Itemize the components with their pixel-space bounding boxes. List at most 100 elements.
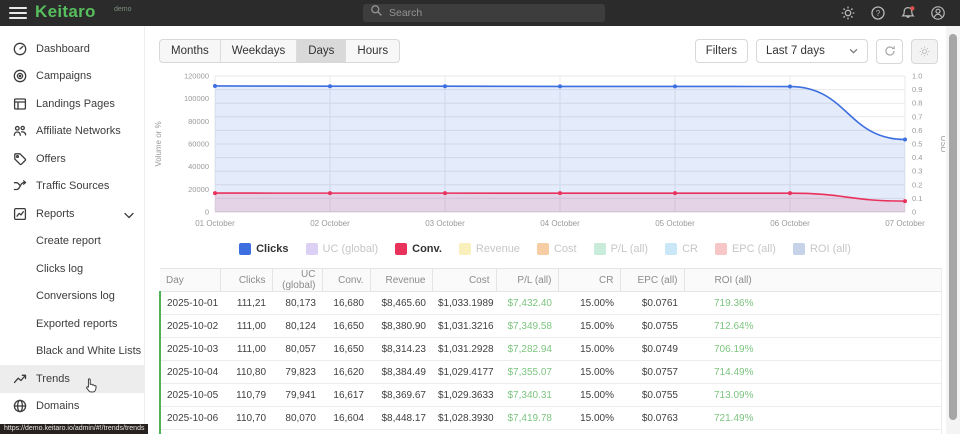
toolbar: Months Weekdays Days Hours Filters Last … (159, 38, 938, 64)
landing-page-icon (12, 96, 28, 112)
sidebar-item-traffic-sources[interactable]: Traffic Sources (0, 173, 144, 201)
legend-item-roi-all[interactable]: ROI (all) (793, 243, 851, 255)
svg-text:100000: 100000 (184, 94, 209, 103)
refresh-button[interactable] (876, 39, 903, 64)
cell: $0.0749 (620, 338, 684, 361)
tab-weekdays[interactable]: Weekdays (221, 40, 297, 62)
legend-label: ROI (all) (810, 243, 851, 255)
legend-item-p-l-all[interactable]: P/L (all) (594, 243, 649, 255)
sidebar-item-dashboard[interactable]: Dashboard (0, 35, 144, 63)
sidebar-item-trends[interactable]: Trends (0, 365, 144, 393)
filters-button[interactable]: Filters (695, 39, 748, 63)
search-bar[interactable] (363, 4, 605, 22)
column-header[interactable]: EPC (all) (620, 269, 684, 292)
tab-months[interactable]: Months (160, 40, 221, 62)
svg-text:05 October: 05 October (655, 219, 695, 228)
column-header[interactable]: Day (160, 269, 220, 292)
cell: 16,650 (322, 338, 370, 361)
column-header[interactable]: Conv. (322, 269, 370, 292)
sidebar-item-affiliate-networks[interactable]: Affiliate Networks (0, 118, 144, 146)
cell: 712.64% (684, 315, 941, 338)
sidebar-item-campaigns[interactable]: Campaigns (0, 63, 144, 91)
legend-item-epc-all[interactable]: EPC (all) (715, 243, 776, 255)
cell: 16,617 (322, 384, 370, 407)
date-range-select[interactable]: Last 7 days (756, 39, 868, 63)
cell: $8,448.17 (370, 407, 432, 430)
column-header[interactable]: P/L (all) (496, 269, 558, 292)
sidebar-item-landings-pages[interactable]: Landings Pages (0, 90, 144, 118)
dashboard-icon (12, 41, 28, 57)
svg-text:02 October: 02 October (310, 219, 350, 228)
cell: 16,650 (322, 315, 370, 338)
legend-item-revenue[interactable]: Revenue (459, 243, 520, 255)
cell: $0.0755 (620, 315, 684, 338)
svg-text:04 October: 04 October (540, 219, 580, 228)
cell: 2025-10-06 (160, 407, 220, 430)
cell: $8,314.23 (370, 338, 432, 361)
cell: $7,432.40 (496, 292, 558, 315)
sidebar-item-label: Affiliate Networks (36, 125, 121, 137)
column-header[interactable]: ROI (all) (684, 269, 941, 292)
svg-text:80000: 80000 (188, 117, 209, 126)
tab-hours[interactable]: Hours (346, 40, 399, 62)
cell: 2025-10-02 (160, 315, 220, 338)
chart-settings-button[interactable] (911, 39, 938, 64)
sidebar-item-conversions-log[interactable]: Conversions log (0, 283, 144, 311)
legend-swatch (537, 243, 549, 255)
legend-swatch (594, 243, 606, 255)
cell: 80,070 (272, 407, 322, 430)
column-header[interactable]: UC (global) (272, 269, 322, 292)
svg-text:0.1: 0.1 (912, 194, 922, 203)
sidebar-item-exported-reports[interactable]: Exported reports (0, 310, 144, 338)
settings-gear-icon[interactable] (840, 5, 856, 21)
legend-label: UC (global) (323, 243, 379, 255)
legend-item-conv[interactable]: Conv. (395, 243, 442, 255)
cell: 111,21 (220, 292, 272, 315)
menu-icon[interactable] (9, 6, 27, 20)
legend-item-cr[interactable]: CR (665, 243, 698, 255)
cell: $0.0755 (620, 384, 684, 407)
legend-item-uc-global[interactable]: UC (global) (306, 243, 379, 255)
cell: 16,604 (322, 407, 370, 430)
legend-item-cost[interactable]: Cost (537, 243, 577, 255)
svg-text:Volume or %: Volume or % (154, 121, 163, 166)
help-icon[interactable]: ? (870, 5, 886, 21)
sidebar-item-clicks-log[interactable]: Clicks log (0, 255, 144, 283)
notifications-bell-icon[interactable] (900, 5, 916, 21)
column-header[interactable]: Revenue (370, 269, 432, 292)
chart-canvas: 02000040000600008000010000012000000.10.2… (145, 70, 945, 234)
top-bar: Keitaro demo ? (0, 0, 960, 26)
gear-icon (918, 45, 931, 58)
sidebar-item-label: Create report (36, 235, 101, 247)
period-tabs: Months Weekdays Days Hours (159, 39, 400, 63)
svg-text:0.9: 0.9 (912, 85, 922, 94)
scrollbar-thumb[interactable] (949, 34, 957, 420)
column-header[interactable]: Clicks (220, 269, 272, 292)
cell: 111,00 (220, 315, 272, 338)
column-header[interactable]: Cost (432, 269, 496, 292)
cell: $1,033.1989 (432, 292, 496, 315)
cell: $8,380.90 (370, 315, 432, 338)
sidebar-item-domains[interactable]: Domains (0, 393, 144, 421)
sidebar-item-label: Black and White Lists (36, 345, 141, 357)
sidebar-item-create-report[interactable]: Create report (0, 228, 144, 256)
tab-days[interactable]: Days (297, 40, 346, 62)
keitaro-logo[interactable]: Keitaro (35, 2, 96, 22)
sidebar-item-offers[interactable]: Offers (0, 145, 144, 173)
sidebar: Dashboard Campaigns Landings Pages Affil… (0, 26, 145, 434)
cell: 2025-10-01 (160, 292, 220, 315)
legend-item-clicks[interactable]: Clicks (239, 243, 288, 255)
sidebar-item-label: Conversions log (36, 290, 115, 302)
sidebar-item-black-and-white-lists[interactable]: Black and White Lists (0, 338, 144, 366)
cell: 15.00% (558, 407, 620, 430)
cell: 80,057 (272, 338, 322, 361)
account-icon[interactable] (930, 5, 946, 21)
vertical-scrollbar[interactable] (946, 26, 960, 434)
cell: 79,823 (272, 361, 322, 384)
trends-chart: 02000040000600008000010000012000000.10.2… (145, 70, 945, 234)
sidebar-item-reports[interactable]: Reports (0, 200, 144, 228)
column-header[interactable]: CR (558, 269, 620, 292)
cell: $7,282.94 (496, 338, 558, 361)
cell: $0.0763 (620, 407, 684, 430)
search-input[interactable] (389, 7, 598, 19)
